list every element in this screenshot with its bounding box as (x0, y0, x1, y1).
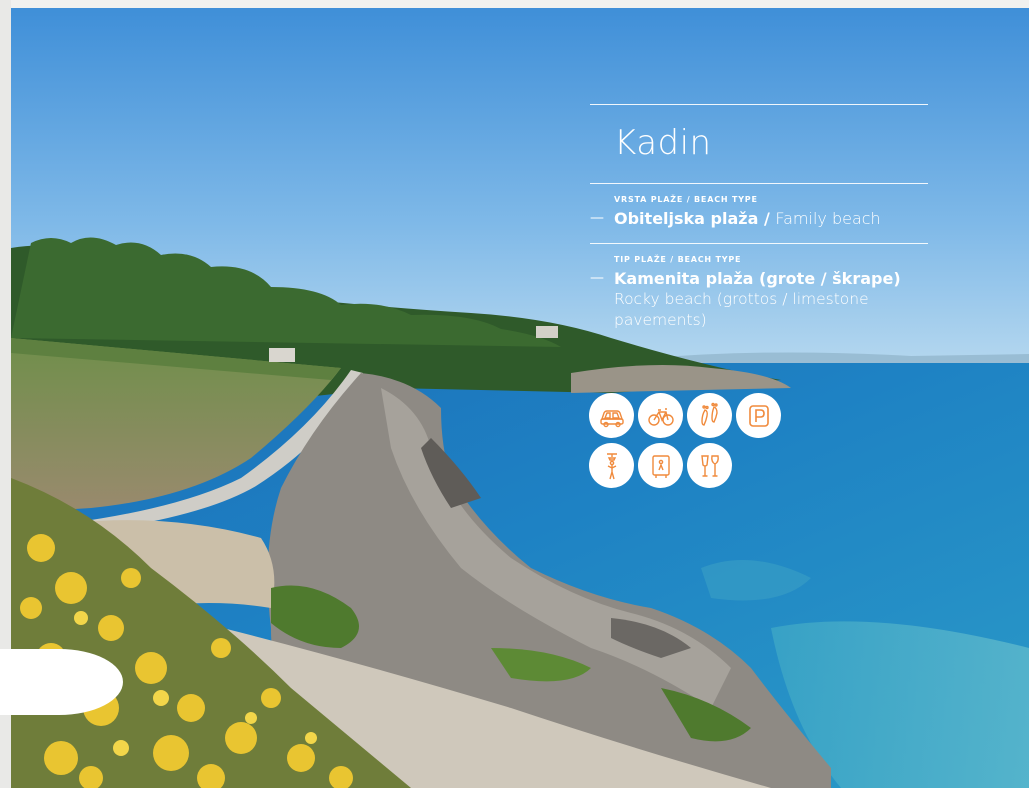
footprints-icon (687, 393, 732, 438)
beach-type-label: TIP PLAŽE / BEACH TYPE (614, 255, 742, 264)
beach-category-hr: Obiteljska plaža (614, 209, 759, 228)
car-icon (589, 393, 634, 438)
beach-category-en: Family beach (775, 209, 881, 228)
dash: — (590, 210, 604, 226)
amenity-icons (589, 393, 799, 493)
divider (590, 243, 928, 244)
beach-title: Kadin (614, 123, 712, 163)
beach-category-label: VRSTA PLAŽE / BEACH TYPE (614, 195, 758, 204)
top-margin (0, 0, 1029, 8)
beach-type-hr: Kamenita plaža (grote / škrape) (614, 269, 901, 288)
dash: — (590, 270, 604, 286)
beach-type: — Kamenita plaža (grote / škrape) (590, 268, 928, 289)
beach-info-panel: Kadin VRSTA PLAŽE / BEACH TYPE — Obitelj… (590, 104, 928, 331)
page-tab (0, 649, 123, 715)
shower-icon (589, 443, 634, 488)
bicycle-icon (638, 393, 683, 438)
beach-category: — Obiteljska plaža / Family beach (590, 208, 928, 229)
parking-icon (736, 393, 781, 438)
bar-icon (687, 443, 732, 488)
beach-type-en: Rocky beach (grottos / limestone pavemen… (614, 290, 869, 329)
separator: / (758, 209, 776, 228)
restroom-icon (638, 443, 683, 488)
brochure-page: Kadin VRSTA PLAŽE / BEACH TYPE — Obitelj… (0, 0, 1029, 788)
divider (590, 183, 928, 184)
